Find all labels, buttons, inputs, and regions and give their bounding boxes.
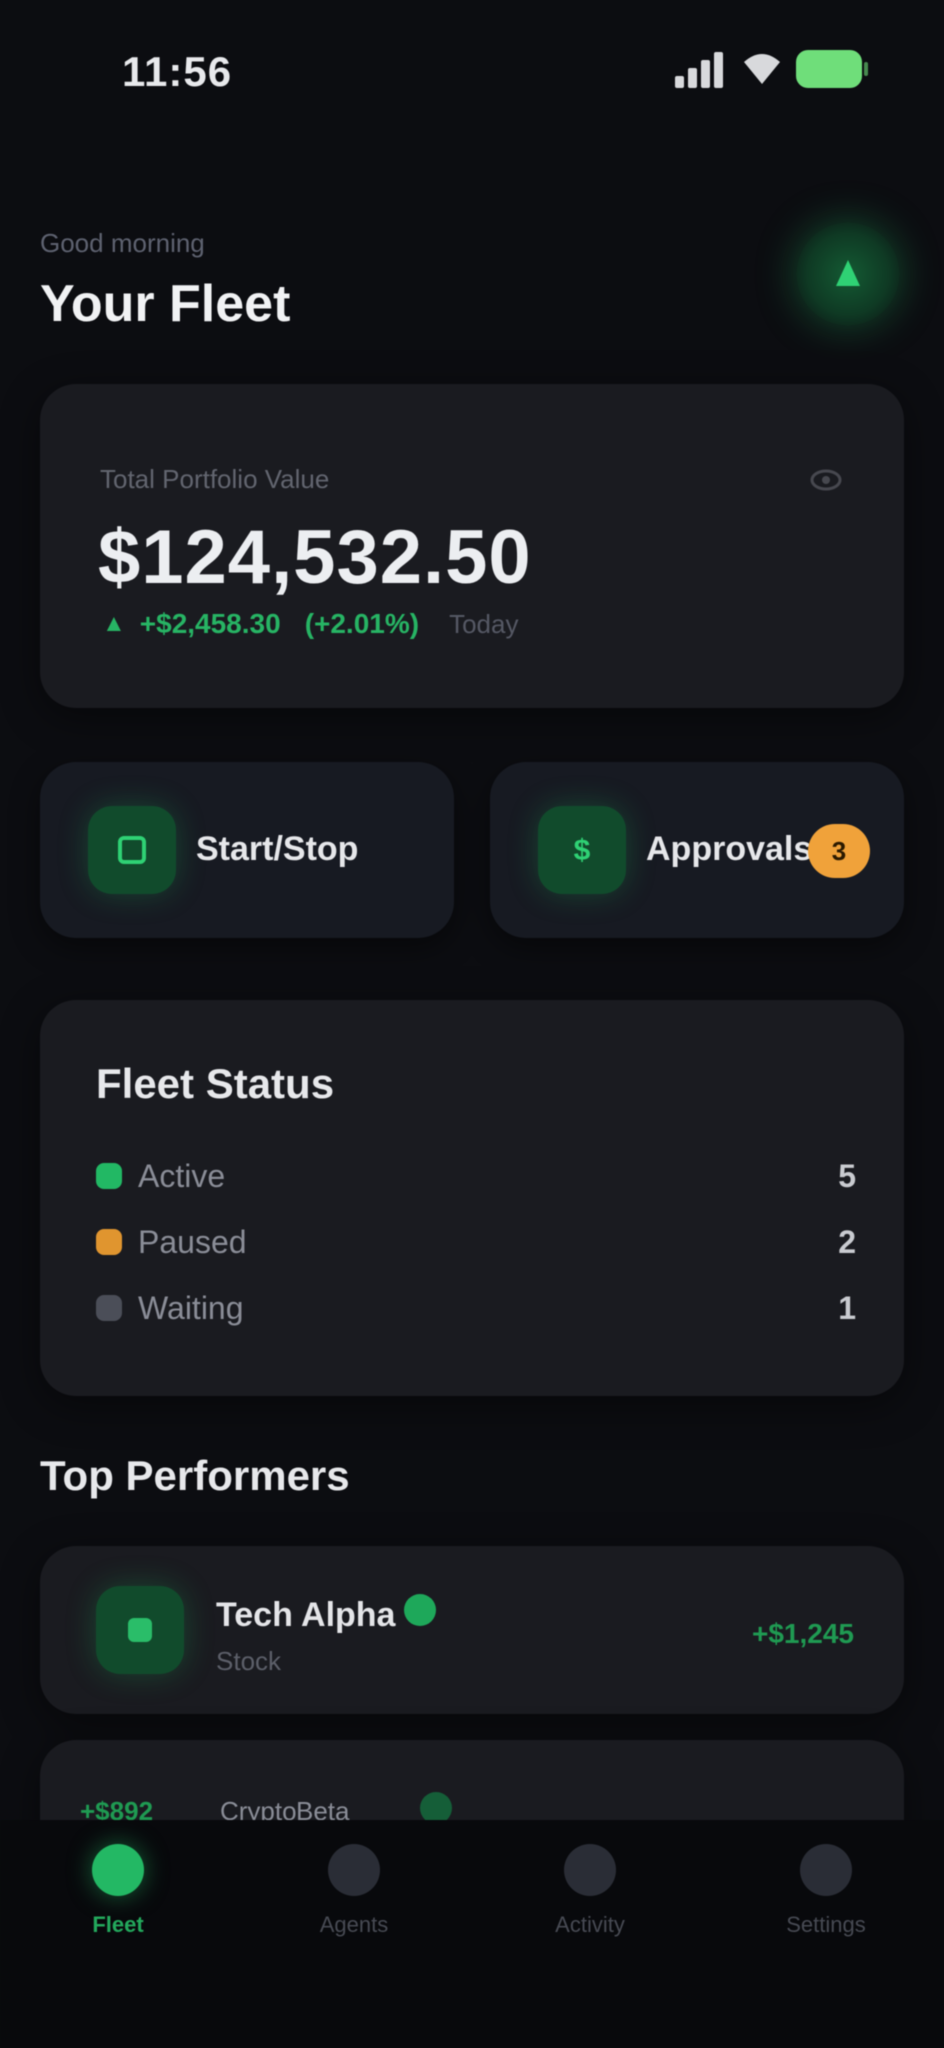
tab-label: Agents (319, 1912, 389, 1937)
home-icon (92, 1844, 144, 1896)
tab-fleet[interactable]: Fleet (28, 1844, 208, 1938)
trend-up-icon: ▲ (102, 610, 126, 637)
portfolio-period: Today (449, 608, 519, 639)
start-stop-label: Start/Stop (196, 830, 359, 868)
status-bar: 11:56 (0, 0, 944, 140)
top-performers-title: Top Performers (40, 1452, 350, 1499)
bottom-tab-bar: Fleet Agents Activity Settings (0, 1820, 944, 2048)
battery-icon (796, 50, 868, 88)
profile-button[interactable] (796, 222, 900, 326)
status-time: 11:56 (122, 48, 233, 95)
active-status-dot (96, 1163, 122, 1189)
portfolio-value: $124,532.50 (98, 515, 532, 600)
performer-name: Tech Alpha (216, 1596, 396, 1634)
tab-label: Activity (555, 1912, 625, 1937)
verified-icon (404, 1594, 436, 1626)
portfolio-change-row: ▲ +$2,458.30 (+2.01%) Today (102, 608, 518, 640)
activity-icon (564, 1844, 616, 1896)
paused-status-dot (96, 1229, 122, 1255)
start-stop-button[interactable]: Start/Stop (40, 762, 454, 938)
chart-icon (96, 1586, 184, 1674)
wifi-icon (744, 54, 780, 84)
play-stop-icon (88, 806, 176, 894)
status-row-active: Active 5 (96, 1154, 856, 1198)
status-count: 2 (838, 1223, 856, 1260)
svg-text:$: $ (574, 834, 591, 867)
tab-agents[interactable]: Agents (264, 1844, 444, 1938)
user-icon (836, 260, 860, 286)
approvals-label: Approvals (646, 830, 813, 868)
eye-icon[interactable] (808, 462, 844, 498)
page-title: Your Fleet (40, 275, 291, 333)
tab-label: Settings (786, 1912, 866, 1937)
settings-icon (800, 1844, 852, 1896)
portfolio-card[interactable]: Total Portfolio Value $124,532.50 ▲ +$2,… (40, 384, 904, 708)
cellular-signal-icon (675, 52, 725, 88)
portfolio-label: Total Portfolio Value (100, 464, 330, 494)
status-label: Paused (138, 1223, 247, 1260)
status-label: Waiting (138, 1289, 244, 1326)
status-row-paused: Paused 2 (96, 1220, 856, 1264)
tab-settings[interactable]: Settings (736, 1844, 916, 1938)
performer-item[interactable]: Tech Alpha Stock +$1,245 (40, 1546, 904, 1714)
approvals-button[interactable]: $ Approvals 3 (490, 762, 904, 938)
status-row-waiting: Waiting 1 (96, 1286, 856, 1330)
waiting-status-dot (96, 1295, 122, 1321)
approvals-count-badge: 3 (808, 824, 870, 878)
agents-icon (328, 1844, 380, 1896)
tab-label: Fleet (92, 1912, 144, 1937)
dollar-icon: $ (538, 806, 626, 894)
performer-type: Stock (216, 1646, 282, 1676)
performer-gain: +$1,245 (752, 1618, 854, 1649)
greeting-subtitle: Good morning (40, 228, 205, 258)
tab-activity[interactable]: Activity (500, 1844, 680, 1938)
status-count: 5 (838, 1157, 856, 1194)
status-label: Active (138, 1157, 226, 1194)
fleet-status-title: Fleet Status (96, 1060, 335, 1107)
portfolio-change: +$2,458.30 (139, 608, 281, 639)
status-count: 1 (838, 1289, 856, 1326)
fleet-status-card: Fleet Status Active 5 Paused 2 Waiting 1 (40, 1000, 904, 1396)
portfolio-change-percent: (+2.01%) (304, 608, 420, 639)
